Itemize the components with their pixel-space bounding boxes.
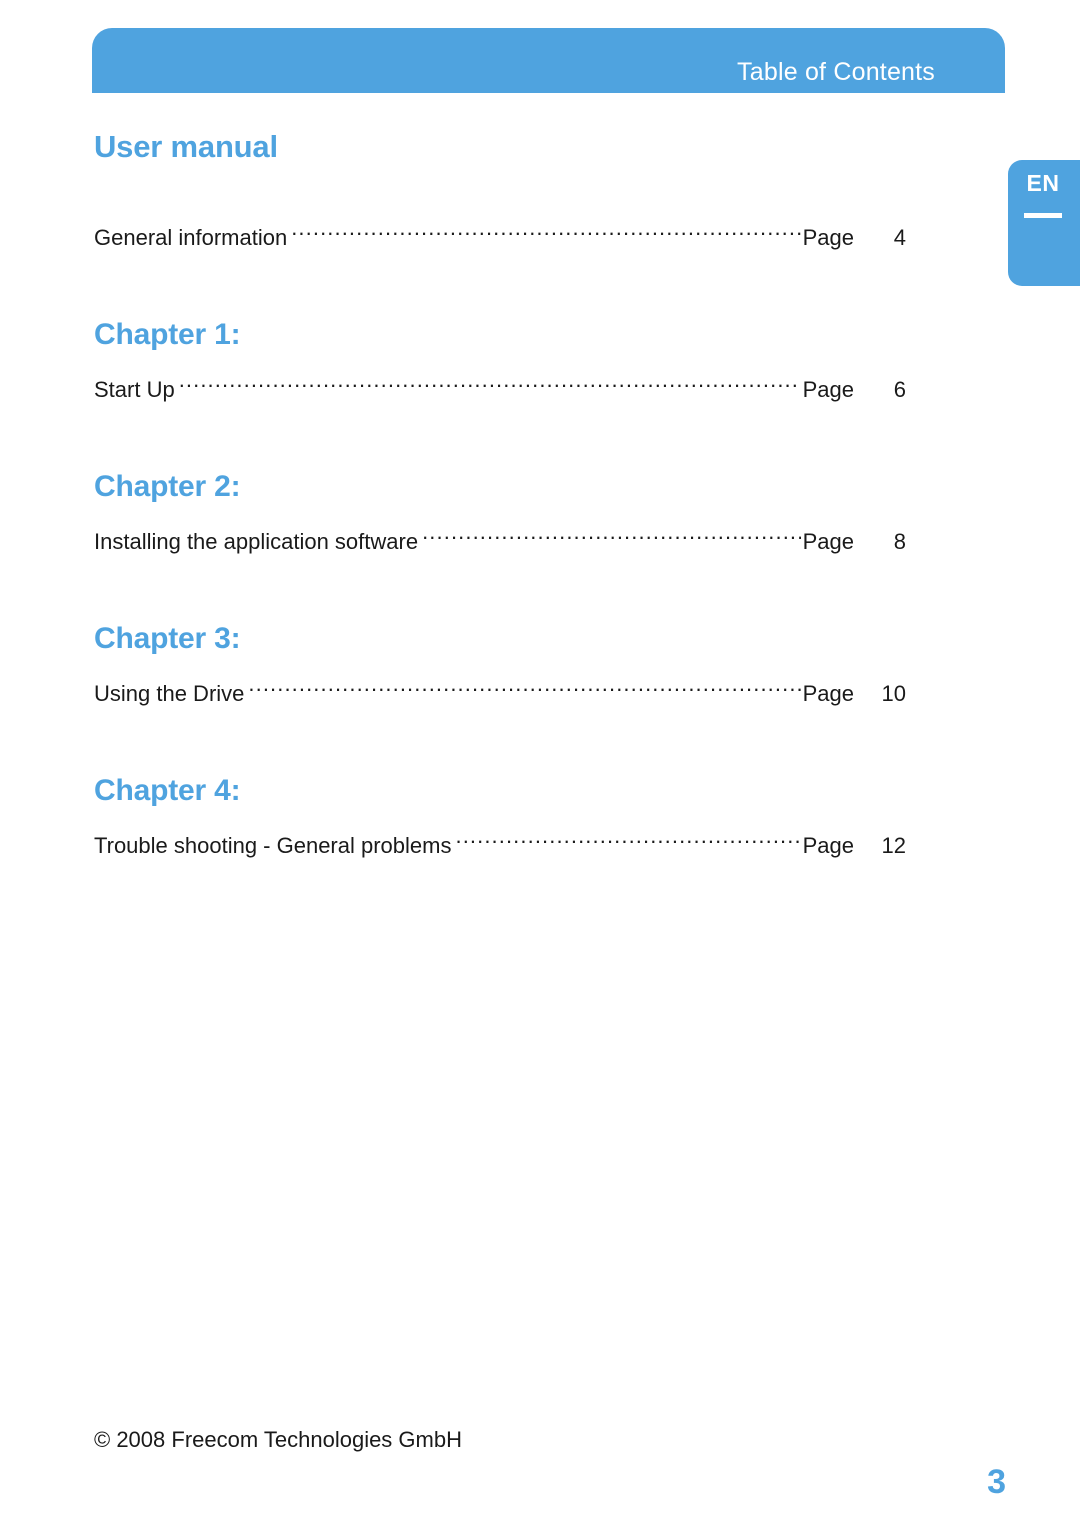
footer-copyright: © 2008 Freecom Technologies GmbH [94, 1427, 462, 1452]
toc-page-word: Page [802, 529, 854, 554]
table-of-contents: User manual General information Page 4 C… [94, 128, 906, 861]
language-tab-underline-icon [1024, 213, 1062, 218]
chapter-heading-4: Chapter 4: [94, 774, 241, 807]
toc-entry-label: Start Up [94, 377, 175, 402]
toc-entry-label: Installing the application software [94, 529, 419, 554]
toc-entry-general-information[interactable]: General information Page 4 [94, 223, 906, 253]
toc-entry-using-the-drive[interactable]: Using the Drive Page 10 [94, 679, 906, 709]
toc-page-number: 10 [881, 681, 906, 706]
toc-page-word: Page [802, 377, 854, 402]
toc-page-number: 8 [893, 529, 906, 554]
chapter-heading-2: Chapter 2: [94, 470, 241, 503]
toc-entry-label: Using the Drive [94, 681, 245, 706]
toc-page-word: Page [802, 225, 854, 250]
document-title: User manual [94, 129, 278, 164]
chapter-heading-3: Chapter 3: [94, 622, 241, 655]
toc-page-number: 12 [881, 833, 906, 858]
chapter-heading-1: Chapter 1: [94, 318, 241, 351]
footer-page-number: 3 [987, 1463, 1006, 1501]
toc-dot-leader [179, 375, 801, 397]
language-tab-label: EN [1026, 170, 1060, 196]
toc-entry-label: General information [94, 225, 288, 250]
language-tab-en[interactable]: EN [1008, 160, 1080, 286]
toc-entry-trouble-shooting-general-problems[interactable]: Trouble shooting - General problems Page… [94, 831, 906, 861]
toc-dot-leader [291, 223, 800, 245]
toc-dot-leader [455, 831, 800, 853]
toc-page-word: Page [802, 681, 854, 706]
page-header-title: Table of Contents [737, 58, 935, 86]
toc-page-word: Page [802, 833, 854, 858]
toc-entry-start-up[interactable]: Start Up Page 6 [94, 375, 906, 405]
page-header-bar: Table of Contents [92, 28, 1005, 93]
toc-page-number: 6 [893, 377, 906, 402]
toc-dot-leader [248, 679, 800, 701]
toc-entry-installing-the-application-software[interactable]: Installing the application software Page… [94, 527, 906, 557]
toc-entry-label: Trouble shooting - General problems [94, 833, 452, 858]
toc-dot-leader [422, 527, 801, 549]
toc-page-number: 4 [893, 225, 906, 250]
